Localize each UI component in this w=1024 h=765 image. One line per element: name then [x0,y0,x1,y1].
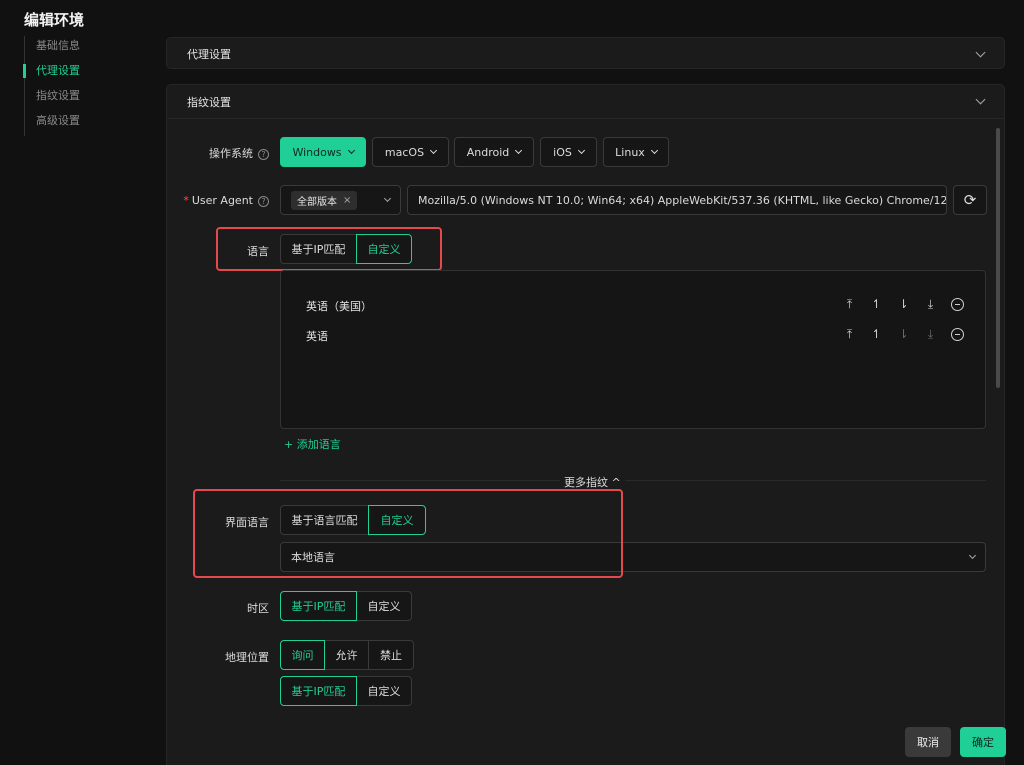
ua-version-select[interactable]: 全部版本 × [280,185,401,215]
help-icon[interactable]: ? [258,148,269,160]
language-item-actions: ⤒ ↿ ⇂ ⤓ [836,327,971,342]
page-title: 编辑环境 [24,11,85,29]
move-down-icon[interactable]: ⇂ [890,297,917,312]
timezone-label: 时区 [247,602,269,615]
chevron-down-icon [968,551,977,560]
geolocation-option-deny[interactable]: 禁止 [368,640,414,670]
move-up-icon[interactable]: ↿ [863,297,890,312]
fingerprint-settings-header[interactable]: 指纹设置 [167,85,1004,119]
move-up-icon[interactable]: ↿ [863,327,890,342]
timezone-mode-toggle: 基于IP匹配 自定义 [280,591,412,621]
scrollbar[interactable] [996,128,1000,388]
os-option-macos[interactable]: macOS [372,137,449,167]
geolocation-option-ip[interactable]: 基于IP匹配 [280,676,357,706]
language-item-actions: ⤒ ↿ ⇂ ⤓ [836,297,971,312]
language-item: 英语 [306,330,328,343]
timezone-option-custom[interactable]: 自定义 [356,591,412,621]
language-item: 英语（美国） [306,300,372,313]
close-icon[interactable]: × [343,195,351,206]
chevron-down-icon[interactable] [975,47,986,57]
move-top-icon[interactable]: ⤒ [836,297,863,312]
ui-language-option-custom[interactable]: 自定义 [368,505,426,535]
move-bottom-icon: ⤓ [927,327,934,341]
more-fingerprints-toggle[interactable]: 更多指纹 ^ [560,474,625,490]
language-list: 英语（美国） ⤒ ↿ ⇂ ⤓ 英语 ⤒ ↿ ⇂ ⤓ [280,270,986,429]
timezone-option-ip[interactable]: 基于IP匹配 [280,591,357,621]
os-option-android[interactable]: Android [454,137,534,167]
chevron-down-icon [515,146,523,155]
chevron-down-icon [347,146,355,155]
proxy-settings-card: 代理设置 [166,37,1005,69]
geolocation-option-custom[interactable]: 自定义 [356,676,412,706]
os-label: 操作系统? [167,145,269,161]
add-language-button[interactable]: + 添加语言 [284,436,341,452]
geolocation-label: 地理位置 [225,651,269,664]
required-mark: * [183,194,189,207]
os-option-ios[interactable]: iOS [540,137,597,167]
os-option-windows[interactable]: Windows [280,137,366,167]
chevron-down-icon[interactable] [975,94,986,105]
geolocation-permission-toggle: 询问 允许 禁止 [280,640,414,670]
geolocation-mode-toggle: 基于IP匹配 自定义 [280,676,412,706]
left-nav: 基础信息 代理设置 指纹设置 高级设置 [23,36,144,136]
geolocation-option-ask[interactable]: 询问 [280,640,325,670]
proxy-settings-header[interactable]: 代理设置 [167,38,1004,70]
cancel-button[interactable]: 取消 [905,727,951,757]
remove-icon[interactable] [944,327,971,342]
move-down-icon: ⇂ [898,327,909,341]
user-agent-input[interactable]: Mozilla/5.0 (Windows NT 10.0; Win64; x64… [407,185,947,215]
remove-icon[interactable] [944,297,971,312]
nav-item-advanced-settings[interactable]: 高级设置 [25,111,144,136]
chevron-down-icon [650,146,658,155]
divider [280,480,986,481]
version-tag: 全部版本 × [291,190,358,210]
move-bottom-icon[interactable]: ⤓ [917,297,944,312]
chevron-down-icon [577,146,585,155]
language-option-custom[interactable]: 自定义 [356,234,412,264]
nav-item-basic-info[interactable]: 基础信息 [25,36,144,61]
user-agent-label: * User Agent? [167,194,269,207]
chevron-down-icon [383,194,392,203]
chevron-down-icon [430,146,438,155]
move-top-icon[interactable]: ⤒ [836,327,863,342]
nav-item-fingerprint-settings[interactable]: 指纹设置 [25,86,144,111]
help-icon[interactable]: ? [258,195,269,207]
refresh-icon[interactable]: ⟳ [953,185,987,215]
os-option-linux[interactable]: Linux [603,137,669,167]
proxy-settings-title: 代理设置 [187,48,231,61]
fingerprint-settings-card: 指纹设置 操作系统? Windows macOS Android iOS Lin… [166,84,1005,765]
fingerprint-settings-title: 指纹设置 [187,95,231,109]
nav-item-proxy-settings[interactable]: 代理设置 [23,61,144,86]
geolocation-option-allow[interactable]: 允许 [324,640,369,670]
confirm-button[interactable]: 确定 [960,727,1006,757]
